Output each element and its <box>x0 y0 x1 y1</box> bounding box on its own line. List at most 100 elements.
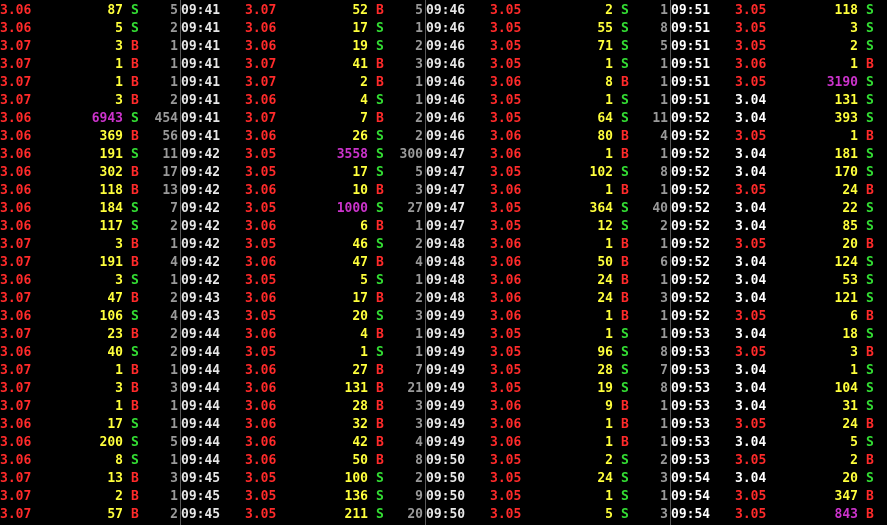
tick-order-count: 8 <box>660 381 668 396</box>
tick-side: B <box>131 75 139 90</box>
tick-order-count: 454 <box>154 111 178 126</box>
tick-side: S <box>376 147 384 162</box>
tick-volume: 19 <box>352 39 368 54</box>
tick-time: 09:47 <box>426 201 466 216</box>
tick-side: S <box>131 111 139 126</box>
tick-row: 3.05 5 S 1 09:48 <box>245 272 490 290</box>
tick-side: S <box>866 111 874 126</box>
tick-time: 09:51 <box>671 75 711 90</box>
tick-row: 3.05 24 B <box>735 182 887 200</box>
tick-side: B <box>621 309 629 324</box>
tick-time: 09:42 <box>181 255 221 270</box>
tick-price: 3.07 <box>0 399 32 414</box>
tick-price: 3.04 <box>735 381 767 396</box>
tick-order-count: 3 <box>415 309 423 324</box>
tick-side: B <box>376 75 384 90</box>
tick-volume: 170 <box>834 165 858 180</box>
tick-side: S <box>376 129 384 144</box>
tick-price: 3.05 <box>490 3 522 18</box>
tick-side: B <box>376 417 384 432</box>
tick-price: 3.06 <box>0 165 32 180</box>
tick-price: 3.04 <box>735 147 767 162</box>
tick-side: S <box>131 435 139 450</box>
tick-price: 3.04 <box>735 111 767 126</box>
tick-row: 3.04 53 S <box>735 272 887 290</box>
tick-side: S <box>621 453 629 468</box>
tick-side: S <box>866 399 874 414</box>
tick-time: 09:52 <box>671 111 711 126</box>
tick-row: 3.07 191 B 4 09:42 <box>0 254 245 272</box>
tick-volume: 28 <box>352 399 368 414</box>
tick-side: S <box>376 165 384 180</box>
tick-price: 3.06 <box>245 93 277 108</box>
tick-volume: 85 <box>842 219 858 234</box>
tick-side: S <box>131 417 139 432</box>
tick-row: 3.07 3 B 2 09:41 <box>0 92 245 110</box>
tick-order-count: 1 <box>170 273 178 288</box>
tick-volume: 20 <box>842 237 858 252</box>
tick-price: 3.05 <box>490 21 522 36</box>
tick-order-count: 9 <box>415 489 423 504</box>
tick-price: 3.07 <box>245 75 277 90</box>
tick-row: 3.05 1 S 1 09:54 <box>490 488 735 506</box>
tick-side: S <box>866 165 874 180</box>
tick-time: 09:50 <box>426 507 466 522</box>
tick-side: S <box>376 273 384 288</box>
tick-order-count: 1 <box>660 183 668 198</box>
tick-row: 3.04 85 S <box>735 218 887 236</box>
tick-order-count: 2 <box>170 219 178 234</box>
tick-row: 3.06 17 B 2 09:48 <box>245 290 490 308</box>
tick-price: 3.05 <box>735 21 767 36</box>
tick-volume: 3 <box>115 237 123 252</box>
tick-side: S <box>621 93 629 108</box>
tick-volume: 52 <box>352 3 368 18</box>
tick-order-count: 13 <box>162 183 178 198</box>
tick-side: B <box>621 291 629 306</box>
tick-side: S <box>376 201 384 216</box>
tick-row: 3.05 100 S 2 09:50 <box>245 470 490 488</box>
tick-time: 09:41 <box>181 39 221 54</box>
tick-volume: 53 <box>842 273 858 288</box>
tick-price: 3.05 <box>245 147 277 162</box>
tick-row: 3.04 131 S <box>735 92 887 110</box>
tick-volume: 124 <box>834 255 858 270</box>
tick-volume: 2 <box>605 3 613 18</box>
tick-row: 3.05 71 S 5 09:51 <box>490 38 735 56</box>
tick-price: 3.06 <box>0 21 32 36</box>
tick-column-1: 3.06 87 S 5 09:41 3.06 5 S 2 09:41 3.07 3 B 1 09:41 3.0… <box>0 0 245 525</box>
tick-time: 09:49 <box>426 435 466 450</box>
tick-row: 3.07 13 B 3 09:45 <box>0 470 245 488</box>
tick-row: 3.06 1 B <box>735 56 887 74</box>
tick-side: B <box>376 183 384 198</box>
tick-price: 3.05 <box>490 345 522 360</box>
tick-time: 09:48 <box>426 237 466 252</box>
tick-order-count: 2 <box>170 93 178 108</box>
tick-price: 3.05 <box>735 129 767 144</box>
tick-order-count: 1 <box>170 237 178 252</box>
tick-row: 3.06 50 B 6 09:52 <box>490 254 735 272</box>
tick-price: 3.05 <box>735 309 767 324</box>
tick-order-count: 1 <box>415 75 423 90</box>
tick-time: 09:54 <box>671 507 711 522</box>
tick-column-4: 3.05 118 S 3.05 3 S 3.05 2 S 3.06 1 B 3.05 3190 S 3.04 1… <box>735 0 887 525</box>
tick-price: 3.05 <box>490 471 522 486</box>
tick-volume: 369 <box>99 129 123 144</box>
tick-volume: 12 <box>597 219 613 234</box>
tick-volume: 131 <box>344 381 368 396</box>
tick-row: 3.05 28 S 7 09:53 <box>490 362 735 380</box>
tick-column-2: 3.07 52 B 5 09:46 3.06 17 S 1 09:46 3.06 19 S 2 09:46 3… <box>245 0 490 525</box>
tick-row: 3.05 20 S 3 09:49 <box>245 308 490 326</box>
tick-volume: 1 <box>605 309 613 324</box>
tick-side: B <box>131 165 139 180</box>
tick-time: 09:47 <box>426 219 466 234</box>
tick-row: 3.05 64 S 11 09:52 <box>490 110 735 128</box>
tick-row: 3.07 2 B 1 09:46 <box>245 74 490 92</box>
tick-side: S <box>866 21 874 36</box>
tick-volume: 3190 <box>826 75 858 90</box>
tick-volume: 5 <box>605 507 613 522</box>
tick-volume: 6 <box>850 309 858 324</box>
tick-row: 3.05 3 B <box>735 344 887 362</box>
tick-row: 3.06 184 S 7 09:42 <box>0 200 245 218</box>
tick-time: 09:46 <box>426 111 466 126</box>
tick-volume: 17 <box>352 165 368 180</box>
